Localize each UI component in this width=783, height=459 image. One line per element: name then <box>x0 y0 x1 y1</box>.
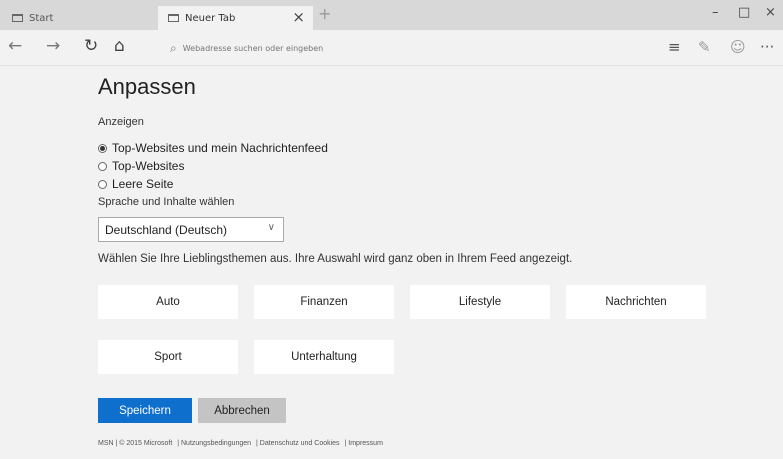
radio-icon[interactable] <box>98 143 107 153</box>
radio-icon[interactable] <box>98 179 107 189</box>
topic-unterhaltung[interactable]: Unterhaltung <box>254 340 394 374</box>
topic-sport[interactable]: Sport <box>98 340 238 374</box>
share-icon[interactable]: ☺ <box>730 38 746 56</box>
browser-window: Start Neuer Tab × + – □ × ← → ↻ ⌂ ⌕ ≡ ✎ … <box>0 0 783 459</box>
radio-label: Top-Websites und mein Nachrichtenfeed <box>112 141 328 155</box>
cancel-button[interactable]: Abbrechen <box>198 398 286 423</box>
toolbar: ← → ↻ ⌂ ⌕ ≡ ✎ ☺ ··· <box>0 30 783 66</box>
tab-label: Neuer Tab <box>185 12 236 24</box>
footer-copyright: MSN | © 2015 Microsoft <box>98 440 173 447</box>
footer-link-terms[interactable]: | Nutzungsbedingungen <box>177 440 251 447</box>
footer: MSN | © 2015 Microsoft | Nutzungsbedingu… <box>98 440 386 447</box>
radio-blank-page[interactable]: Leere Seite <box>98 177 173 191</box>
close-window-icon[interactable]: × <box>765 5 776 20</box>
radio-label: Top-Websites <box>112 159 185 173</box>
reading-list-icon[interactable]: ≡ <box>668 38 681 56</box>
tab-label: Start <box>29 12 54 24</box>
radio-top-sites-and-feed[interactable]: Top-Websites und mein Nachrichtenfeed <box>98 141 328 155</box>
topic-nachrichten[interactable]: Nachrichten <box>566 285 706 319</box>
topic-auto[interactable]: Auto <box>98 285 238 319</box>
topics-hint: Wählen Sie Ihre Lieblingsthemen aus. Ihr… <box>98 253 573 265</box>
tab-strip: Start Neuer Tab × + – □ × <box>0 0 783 30</box>
address-bar[interactable]: ⌕ <box>170 38 650 58</box>
back-icon[interactable]: ← <box>8 36 22 56</box>
topic-lifestyle[interactable]: Lifestyle <box>410 285 550 319</box>
tab-neuer-tab[interactable]: Neuer Tab × <box>158 6 313 30</box>
notes-icon[interactable]: ✎ <box>698 38 711 56</box>
language-value: Deutschland (Deutsch) <box>105 222 228 237</box>
language-label: Sprache und Inhalte wählen <box>98 196 235 208</box>
tab-start[interactable]: Start <box>2 6 152 30</box>
chevron-down-icon: ∨ <box>267 222 275 233</box>
search-icon: ⌕ <box>170 40 177 55</box>
display-label: Anzeigen <box>98 116 144 128</box>
radio-label: Leere Seite <box>112 177 174 191</box>
minimize-icon[interactable]: – <box>712 5 719 20</box>
footer-link-privacy[interactable]: | Datenschutz und Cookies <box>256 440 340 447</box>
tab-page-icon <box>168 14 179 22</box>
radio-icon[interactable] <box>98 161 107 171</box>
radio-top-sites[interactable]: Top-Websites <box>98 159 184 173</box>
refresh-icon[interactable]: ↻ <box>84 36 98 56</box>
tab-page-icon <box>12 14 23 22</box>
customize-page: Anpassen Anzeigen Top-Websites und mein … <box>10 66 783 459</box>
forward-icon[interactable]: → <box>46 36 60 56</box>
home-icon[interactable]: ⌂ <box>114 36 125 56</box>
save-button[interactable]: Speichern <box>98 398 192 423</box>
more-icon[interactable]: ··· <box>760 38 774 56</box>
close-tab-icon[interactable]: × <box>292 8 305 26</box>
address-input[interactable] <box>182 43 603 53</box>
footer-link-imprint[interactable]: | Impressum <box>345 440 383 447</box>
topic-finanzen[interactable]: Finanzen <box>254 285 394 319</box>
new-tab-button[interactable]: + <box>318 4 331 23</box>
language-select[interactable]: Deutschland (Deutsch) ∨ <box>98 217 284 242</box>
maximize-icon[interactable]: □ <box>738 5 750 20</box>
page-title: Anpassen <box>98 74 196 99</box>
